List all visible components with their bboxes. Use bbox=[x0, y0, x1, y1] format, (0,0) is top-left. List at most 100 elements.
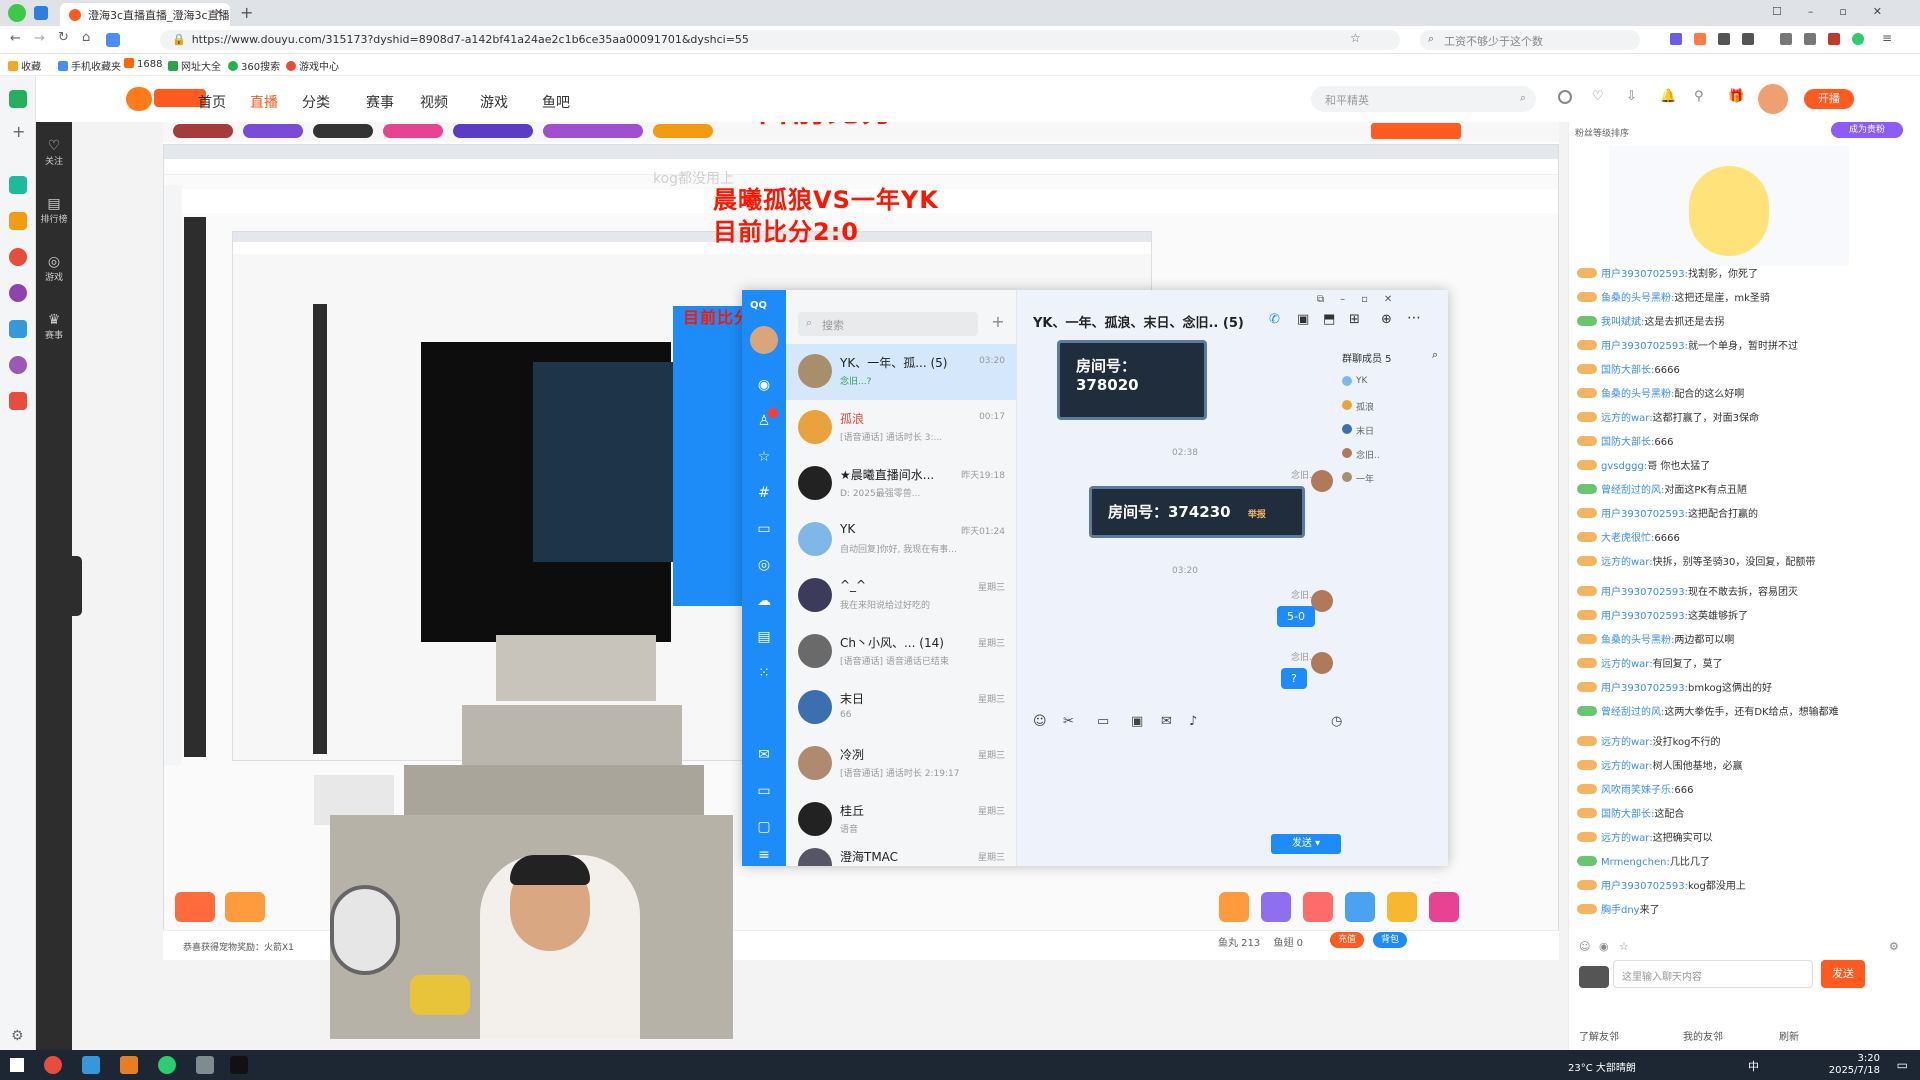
shield-icon[interactable] bbox=[34, 6, 48, 20]
menu-icon[interactable]: ≡ bbox=[755, 846, 773, 864]
fan-level-badge[interactable] bbox=[1577, 706, 1597, 716]
fan-level-badge[interactable] bbox=[1577, 292, 1597, 302]
fan-level-badge[interactable] bbox=[1577, 784, 1597, 794]
fan-level-badge[interactable] bbox=[1577, 880, 1597, 890]
bookmark-item[interactable]: 收藏 bbox=[8, 58, 41, 73]
close-tab-icon[interactable]: ✕ bbox=[214, 6, 223, 19]
member-item[interactable]: YK bbox=[1342, 376, 1367, 386]
gift-icon[interactable] bbox=[1303, 892, 1333, 922]
browser-logo-icon[interactable] bbox=[8, 4, 26, 22]
screen-share-icon[interactable]: ⬒ bbox=[1323, 312, 1335, 327]
nav-games[interactable]: 游戏 bbox=[480, 92, 508, 112]
extension-icon[interactable] bbox=[1852, 33, 1864, 45]
doc-icon[interactable]: ▤ bbox=[755, 628, 773, 646]
app-icon[interactable] bbox=[9, 248, 27, 266]
download-icon[interactable]: ⇩ bbox=[1626, 89, 1637, 104]
gift-icon[interactable] bbox=[1345, 892, 1375, 922]
browser-search-input[interactable]: ⌕ 工资不够少于这个数 bbox=[1420, 30, 1640, 50]
emoji-icon[interactable]: ☺ bbox=[1579, 940, 1590, 953]
home-icon[interactable]: ⌂ bbox=[82, 30, 90, 45]
ai-icon[interactable] bbox=[106, 33, 120, 47]
room-number-card[interactable]: 房间号：378020 bbox=[1057, 340, 1207, 420]
chat-username[interactable]: 远方的war: bbox=[1601, 737, 1653, 748]
weather-widget[interactable]: 23°C 大部晴朗 bbox=[1568, 1059, 1636, 1074]
mail-icon[interactable]: ✉ bbox=[755, 746, 773, 764]
app-icon[interactable] bbox=[9, 176, 27, 194]
apps-icon[interactable]: ⊞ bbox=[1349, 312, 1360, 327]
qq-user-avatar[interactable] bbox=[750, 326, 778, 354]
favorite-icon[interactable]: ▢ bbox=[755, 818, 773, 836]
fan-level-badge[interactable] bbox=[1577, 760, 1597, 770]
chat-username[interactable]: 用户3930702593: bbox=[1601, 269, 1688, 280]
gift-icon[interactable] bbox=[1219, 892, 1249, 922]
history-icon[interactable] bbox=[1558, 90, 1572, 104]
member-item[interactable]: 末日 bbox=[1342, 424, 1374, 437]
link-my-neighbors[interactable]: 我的友邻 bbox=[1683, 1028, 1723, 1043]
fan-level-badge[interactable] bbox=[1577, 832, 1597, 842]
nav-live[interactable]: 直播 bbox=[250, 92, 278, 112]
chat-username[interactable]: 用户3930702593: bbox=[1601, 587, 1688, 598]
follow-icon[interactable]: ♡ bbox=[1592, 89, 1604, 104]
chat-username[interactable]: 大老虎很忙: bbox=[1601, 533, 1654, 544]
bookmark-icon[interactable]: ▭ bbox=[755, 520, 773, 538]
fan-level-badge[interactable] bbox=[1577, 316, 1597, 326]
app-icon[interactable] bbox=[9, 356, 27, 374]
ime-indicator[interactable]: 中 bbox=[1748, 1058, 1759, 1074]
fan-level-badge[interactable] bbox=[1577, 808, 1597, 818]
menu-icon[interactable]: ☐ bbox=[1772, 5, 1808, 18]
conversation-item[interactable]: YK、一年、孤... (5) 03:20 念旧...? bbox=[786, 344, 1017, 400]
windows-start-icon[interactable] bbox=[10, 1058, 24, 1072]
fan-level-badge[interactable] bbox=[1577, 268, 1597, 278]
chat-username[interactable]: 用户3930702593: bbox=[1601, 611, 1688, 622]
screenshot-icon[interactable]: ✂ bbox=[1063, 714, 1074, 729]
collapse-handle[interactable] bbox=[72, 556, 82, 616]
sidebar-item-games[interactable]: ◎ 游戏 bbox=[36, 254, 72, 283]
chat-username[interactable]: 用户3930702593: bbox=[1601, 509, 1688, 520]
chat-username[interactable]: gvsdggg: bbox=[1601, 461, 1647, 472]
image-icon[interactable]: ▣ bbox=[1131, 714, 1143, 729]
chat-username[interactable]: 曾经刮过的风: bbox=[1601, 707, 1664, 718]
channel-icon[interactable]: # bbox=[755, 484, 773, 502]
settings-icon[interactable]: ⚙ bbox=[1889, 940, 1899, 953]
conversation-item[interactable]: 冷冽 星期三 [语音通话] 通话时长 2:19:17 bbox=[786, 736, 1017, 792]
add-icon[interactable]: + bbox=[12, 122, 25, 141]
message-input[interactable] bbox=[1027, 736, 1437, 826]
conversation-item[interactable]: Ch丶小风、... (14) 星期三 [语音通话] 语音通话已结束 bbox=[786, 624, 1017, 680]
qq-search-input[interactable]: ⌕ 搜索 bbox=[798, 312, 978, 336]
conversation-item[interactable]: 末日 星期三 66 bbox=[786, 680, 1017, 736]
add-member-icon[interactable]: ⊕ bbox=[1381, 312, 1392, 327]
bookmark-item[interactable]: 网址大全 bbox=[168, 58, 221, 73]
chat-username[interactable]: 用户3930702593: bbox=[1601, 881, 1688, 892]
menu-icon[interactable]: ≡ bbox=[1882, 31, 1892, 45]
game-icon[interactable] bbox=[9, 392, 27, 410]
gift-icon[interactable] bbox=[1429, 892, 1459, 922]
maximize-icon[interactable]: ▫ bbox=[1839, 5, 1872, 18]
chat-input[interactable]: 这里输入聊天内容 bbox=[1613, 960, 1813, 988]
nav-fishbar[interactable]: 鱼吧 bbox=[542, 92, 570, 112]
conversation-item[interactable]: ★晨曦直播间水... 昨天19:18 D: 2025最强零兽... bbox=[786, 456, 1017, 512]
fan-level-badge[interactable] bbox=[1577, 484, 1597, 494]
room-number-card[interactable]: 房间号：374230 举报 bbox=[1089, 486, 1305, 538]
app-icon[interactable] bbox=[196, 1056, 214, 1074]
close-icon[interactable]: ✕ bbox=[1873, 5, 1908, 18]
ai-icon[interactable] bbox=[9, 320, 27, 338]
chat-username[interactable]: 国防大部长: bbox=[1601, 437, 1654, 448]
compass-icon[interactable]: ◎ bbox=[755, 556, 773, 574]
settings-icon[interactable]: ⚙ bbox=[11, 1028, 24, 1044]
recharge-button[interactable]: 充值 bbox=[1330, 932, 1364, 948]
fan-level-badge[interactable] bbox=[1577, 364, 1597, 374]
emoji-icon[interactable]: ☺ bbox=[1033, 714, 1047, 729]
creator-icon[interactable]: ⚲ bbox=[1694, 89, 1704, 104]
send-button[interactable]: 发送 ▾ bbox=[1271, 834, 1341, 854]
search-icon[interactable]: ⌕ bbox=[1520, 91, 1526, 105]
pin-icon[interactable]: ⧉ bbox=[1317, 294, 1340, 305]
back-icon[interactable]: ← bbox=[10, 31, 21, 46]
sidebar-item-follow[interactable]: ♡ 关注 bbox=[36, 138, 72, 167]
gift-icon[interactable] bbox=[1387, 892, 1417, 922]
close-icon[interactable]: ✕ bbox=[1384, 294, 1408, 305]
url-input[interactable]: 🔒 https://www.douyu.com/315173?dyshid=890… bbox=[160, 30, 1400, 50]
fan-level-badge[interactable] bbox=[1577, 556, 1597, 566]
message-bubble[interactable]: 5-0 bbox=[1277, 606, 1315, 627]
gift-icon[interactable] bbox=[1261, 892, 1291, 922]
member-item[interactable]: 孤浪 bbox=[1342, 400, 1374, 413]
